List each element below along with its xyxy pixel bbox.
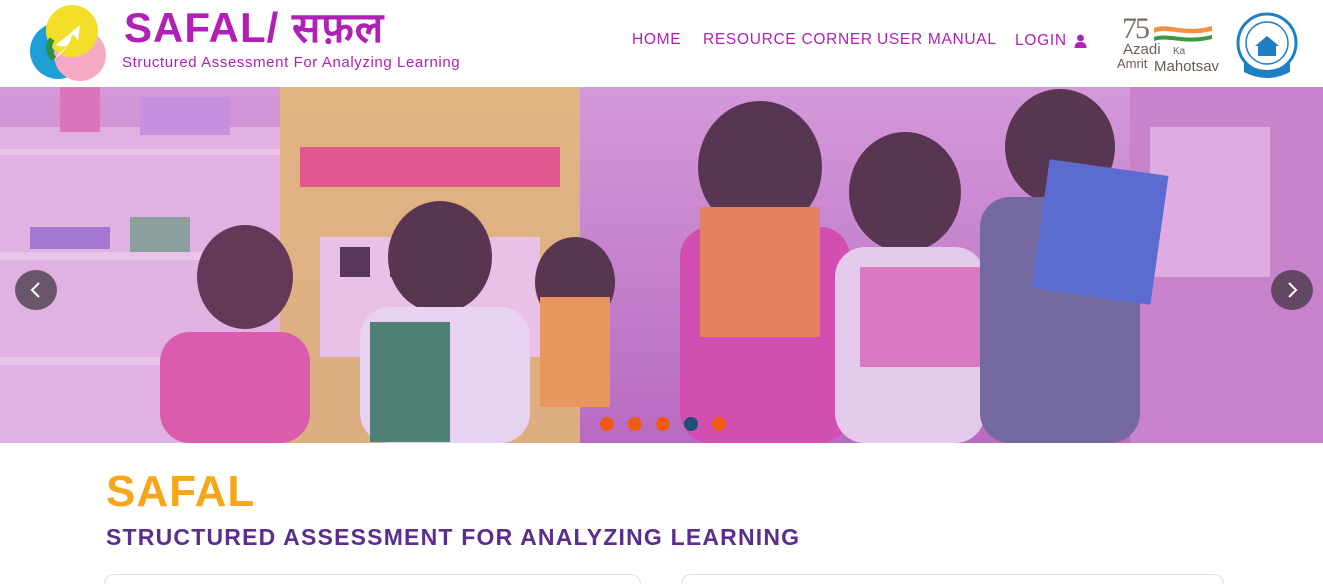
chevron-left-icon bbox=[30, 282, 40, 298]
cbse-emblem-icon bbox=[1236, 12, 1298, 78]
info-card-right bbox=[681, 574, 1224, 584]
nav-home[interactable]: HOME bbox=[632, 31, 681, 51]
carousel-next-button[interactable] bbox=[1271, 270, 1313, 310]
page-title: SAFAL bbox=[106, 467, 256, 516]
carousel-dot-2[interactable] bbox=[628, 417, 642, 431]
nav-resource-corner[interactable]: RESOURCE CORNER bbox=[703, 31, 873, 51]
azadi-ka-amrit-mahotsav-logo: 75 Azadi Ka Amrit Mahotsav bbox=[1116, 12, 1228, 78]
carousel-dot-4[interactable] bbox=[684, 417, 698, 431]
azadi-line4: Mahotsav bbox=[1154, 58, 1220, 75]
carousel-dot-1[interactable] bbox=[600, 417, 614, 431]
nav-user-manual[interactable]: USER MANUAL bbox=[877, 31, 997, 51]
nav-login-label: LOGIN bbox=[1015, 32, 1067, 49]
carousel-dot-5[interactable] bbox=[712, 417, 726, 431]
azadi-line3: Amrit bbox=[1117, 56, 1148, 71]
site-header: SAFAL/ सफ़ल Structured Assessment For An… bbox=[0, 0, 1323, 87]
carousel-indicators bbox=[600, 417, 726, 431]
azadi-line2: Ka bbox=[1173, 46, 1186, 57]
hero-carousel[interactable] bbox=[0, 87, 1323, 443]
safal-logo-icon[interactable] bbox=[28, 3, 108, 81]
hero-slide-image bbox=[0, 87, 1323, 443]
chevron-right-icon bbox=[1288, 282, 1298, 298]
brand-subtitle: Structured Assessment For Analyzing Lear… bbox=[122, 54, 461, 71]
tricolor-flag-icon bbox=[1154, 26, 1212, 42]
nav-login[interactable]: LOGIN bbox=[1015, 31, 1087, 51]
carousel-prev-button[interactable] bbox=[15, 270, 57, 310]
page-subtitle: STRUCTURED ASSESSMENT FOR ANALYZING LEAR… bbox=[106, 524, 801, 550]
info-card-left bbox=[104, 574, 641, 584]
carousel-dot-3[interactable] bbox=[656, 417, 670, 431]
brand-title: SAFAL/ सफ़ल bbox=[124, 4, 385, 51]
user-icon bbox=[1074, 34, 1087, 48]
